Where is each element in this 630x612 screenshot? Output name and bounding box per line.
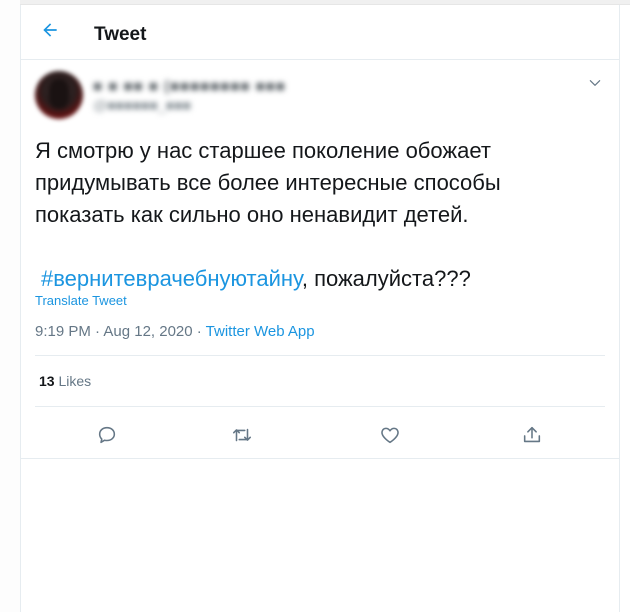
likes-number: 13 bbox=[39, 373, 55, 389]
tweet-body: Я смотрю у нас старшее поколение обожает… bbox=[35, 138, 501, 227]
heart-icon bbox=[379, 424, 401, 451]
retweet-icon bbox=[231, 424, 253, 451]
left-gutter bbox=[0, 0, 20, 612]
retweet-button[interactable] bbox=[226, 421, 258, 453]
like-button[interactable] bbox=[374, 421, 406, 453]
reply-button[interactable] bbox=[91, 421, 123, 453]
tweet-text: Я смотрю у нас старшее поколение обожает… bbox=[35, 135, 595, 295]
tweet-meta: 9:19 PM · Aug 12, 2020 · Twitter Web App bbox=[35, 323, 315, 340]
divider bbox=[35, 355, 605, 356]
avatar-figure bbox=[49, 79, 69, 109]
chevron-down-icon bbox=[588, 76, 602, 95]
more-options-button[interactable] bbox=[583, 73, 607, 97]
arrow-left-icon bbox=[40, 20, 60, 45]
tweet-timestamp[interactable]: 9:19 PM · Aug 12, 2020 · bbox=[35, 323, 206, 340]
tweet-hashtag-line: #вернитеврачебнуютайну, пожалуйста??? bbox=[35, 263, 595, 295]
tweet-tail-text: , пожалуйста??? bbox=[301, 266, 471, 291]
back-button[interactable] bbox=[35, 17, 65, 47]
likes-label: Likes bbox=[58, 373, 92, 389]
hashtag-link[interactable]: #вернитеврачебнуютайну bbox=[41, 266, 302, 291]
tweet-bottom-border bbox=[21, 458, 619, 459]
page-title: Tweet bbox=[94, 24, 147, 45]
translate-tweet-link[interactable]: Translate Tweet bbox=[35, 293, 127, 308]
author-name[interactable]: ■ ■ ■■ ■ (■■■■■■■■ ■■■ bbox=[93, 78, 286, 95]
avatar[interactable] bbox=[35, 71, 83, 119]
reply-icon bbox=[96, 424, 118, 451]
tweet-actions bbox=[21, 415, 619, 459]
page: Tweet ■ ■ ■■ ■ (■■■■■■■■ ■■■ @■■■■■■_■■■… bbox=[0, 0, 630, 612]
tweet-column: Tweet ■ ■ ■■ ■ (■■■■■■■■ ■■■ @■■■■■■_■■■… bbox=[20, 5, 620, 612]
likes-count[interactable]: 13 Likes bbox=[39, 373, 91, 389]
share-button[interactable] bbox=[516, 421, 548, 453]
author-handle[interactable]: @■■■■■■_■■■ bbox=[93, 97, 191, 113]
divider bbox=[35, 406, 605, 407]
source-app-link[interactable]: Twitter Web App bbox=[206, 323, 315, 340]
page-header: Tweet bbox=[21, 5, 619, 60]
share-icon bbox=[521, 424, 543, 451]
